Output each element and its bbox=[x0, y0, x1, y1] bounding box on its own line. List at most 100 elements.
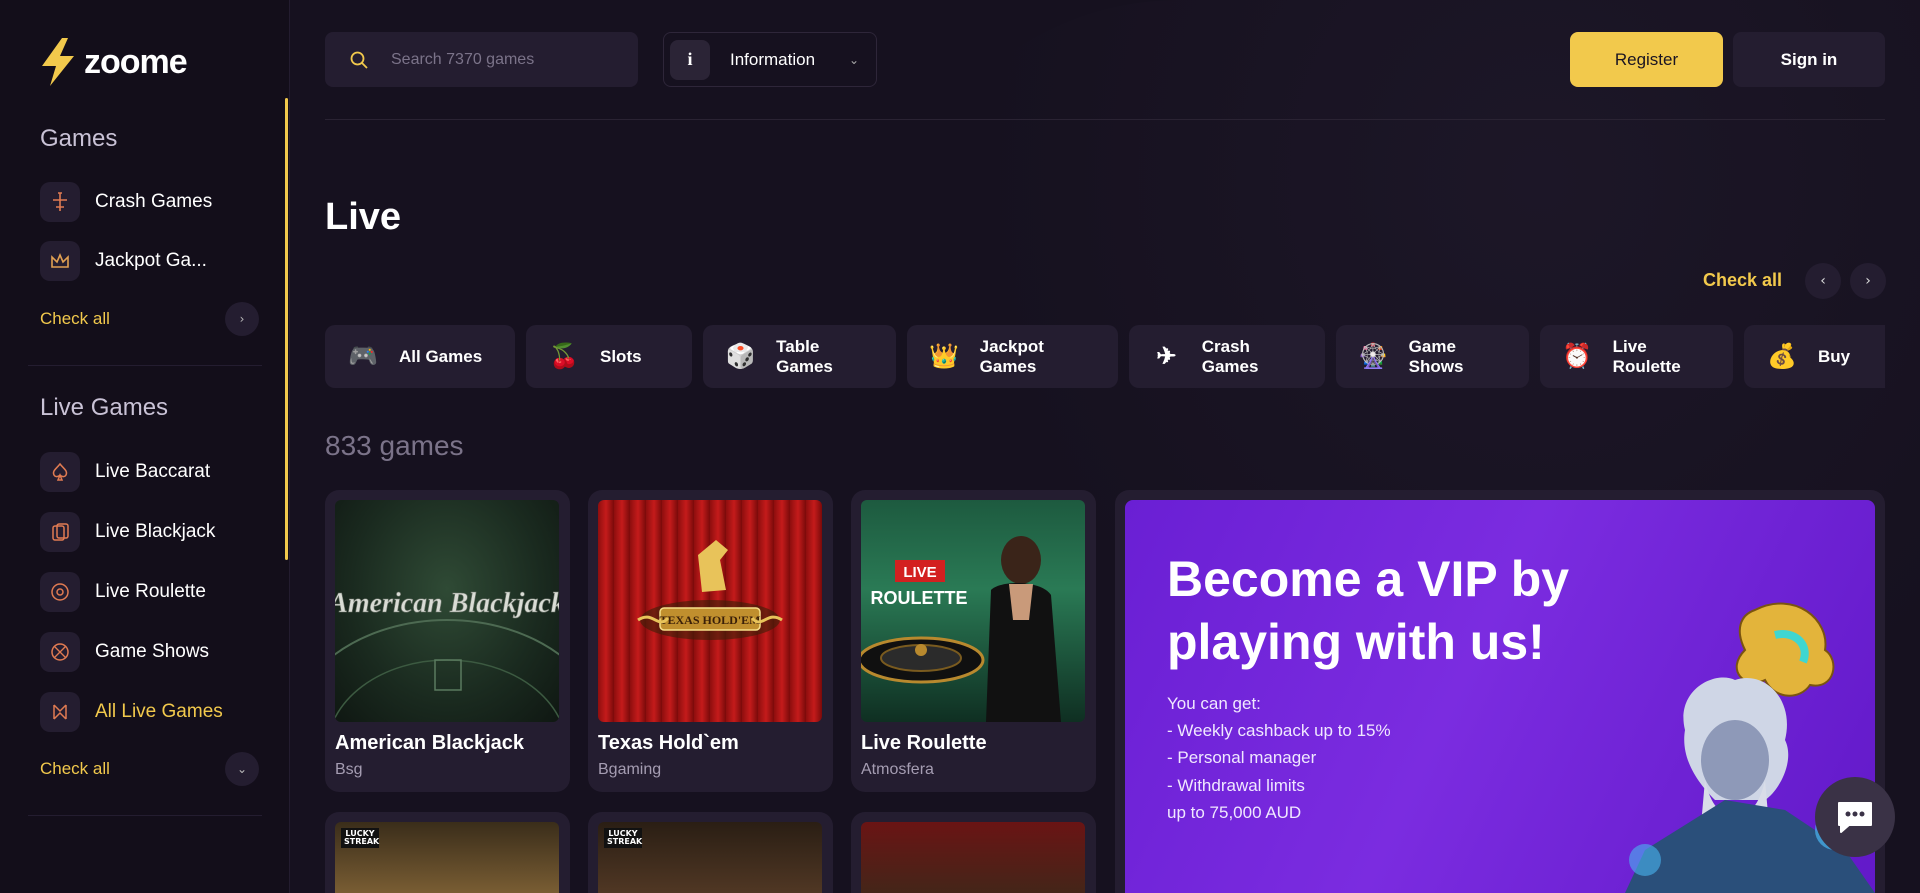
tab-crash-games[interactable]: ✈ Crash Games bbox=[1129, 325, 1325, 388]
sidebar-divider bbox=[28, 365, 262, 366]
logo-text: zoome bbox=[84, 42, 188, 81]
sidebar: zoome Games Crash Games Jackpot Ga... Ch… bbox=[0, 0, 290, 893]
chat-button[interactable] bbox=[1815, 777, 1895, 857]
game-card[interactable]: LUCKY STREAK bbox=[588, 812, 833, 893]
sidebar-item-label: Game Shows bbox=[95, 641, 210, 662]
game-provider: Bgaming bbox=[598, 761, 662, 778]
game-thumbnail[interactable]: TEXAS HOLD'EM bbox=[598, 500, 822, 722]
sidebar-item-label: All Live Games bbox=[95, 701, 223, 722]
roulette-icon bbox=[40, 572, 80, 612]
sidebar-item-live-baccarat[interactable]: Live Baccarat bbox=[40, 452, 210, 492]
vip-line: - Personal manager bbox=[1167, 748, 1317, 768]
live-section-title: Live Games bbox=[40, 394, 169, 421]
information-label: Information bbox=[730, 49, 816, 69]
chevron-left-icon[interactable]: ‹ bbox=[1805, 263, 1841, 299]
crown-icon: 👑 bbox=[929, 343, 960, 370]
game-thumbnail[interactable]: LUCKY STREAK bbox=[335, 822, 559, 893]
game-card-live-roulette[interactable]: LIVE ROULETTE Live Roulette Atmosfera bbox=[851, 490, 1096, 792]
chevron-down-icon[interactable]: ⌄ bbox=[225, 752, 259, 786]
lucky-streak-badge: LUCKY STREAK bbox=[604, 828, 642, 848]
chip-label: Crash Games bbox=[1201, 336, 1259, 376]
tab-jackpot-games[interactable]: 👑 Jackpot Games bbox=[907, 325, 1118, 388]
game-thumbnail[interactable]: LUCKY STREAK bbox=[598, 822, 822, 893]
search-box[interactable] bbox=[325, 32, 638, 87]
game-thumbnail[interactable]: American Blackjack bbox=[335, 500, 559, 722]
game-provider: Atmosfera bbox=[861, 761, 934, 778]
game-thumbnail[interactable] bbox=[861, 822, 1085, 893]
crash-icon bbox=[40, 182, 80, 222]
sidebar-item-label: Jackpot Ga... bbox=[95, 250, 207, 271]
art-text: American Blackjack bbox=[335, 588, 559, 619]
chat-bubble-icon bbox=[1838, 802, 1872, 833]
art-text: TEXAS HOLD'EM bbox=[659, 613, 760, 627]
information-dropdown[interactable]: i Information ⌄ bbox=[663, 32, 877, 87]
texas-holdem-art: TEXAS HOLD'EM bbox=[637, 540, 783, 640]
game-card-texas-holdem[interactable]: TEXAS HOLD'EM Texas Hold`em Bgaming bbox=[588, 490, 833, 792]
vip-line: You can get: bbox=[1167, 694, 1261, 713]
sidebar-divider bbox=[28, 815, 262, 816]
chevron-right-icon[interactable]: › bbox=[225, 302, 259, 336]
category-chips: 🎮 All Games 🍒 Slots 🎲 Table Games 👑 Jack… bbox=[325, 325, 1885, 388]
check-all-link[interactable]: Check all bbox=[1703, 270, 1782, 291]
chip-label: Jackpot Games bbox=[979, 336, 1044, 376]
chip-label: Slots bbox=[600, 346, 642, 366]
info-icon: i bbox=[670, 39, 710, 80]
chip-label: Live Roulette bbox=[1612, 336, 1681, 376]
cards-icon bbox=[40, 512, 80, 552]
chip-label: Buy bbox=[1818, 346, 1851, 366]
game-thumbnail[interactable]: LIVE ROULETTE bbox=[861, 500, 1085, 722]
games-check-all-link[interactable]: Check all bbox=[40, 309, 110, 329]
art-badge: LIVE bbox=[903, 564, 936, 581]
sidebar-scrollbar[interactable] bbox=[285, 98, 288, 560]
blackjack-table-art: American Blackjack bbox=[335, 588, 559, 720]
art-text: ROULETTE bbox=[871, 588, 968, 608]
search-input[interactable] bbox=[391, 50, 611, 69]
game-provider: Bsg bbox=[335, 761, 363, 778]
dealer-icon bbox=[40, 692, 80, 732]
live-check-all-link[interactable]: Check all bbox=[40, 759, 110, 779]
game-title: Live Roulette bbox=[861, 732, 987, 754]
tab-live-roulette[interactable]: ⏰ Live Roulette bbox=[1540, 325, 1733, 388]
chip-label: Game Shows bbox=[1408, 336, 1464, 376]
games-section-title: Games bbox=[40, 125, 118, 152]
game-title: American Blackjack bbox=[335, 732, 525, 754]
sidebar-item-live-blackjack[interactable]: Live Blackjack bbox=[40, 512, 215, 552]
page-title: Live bbox=[325, 196, 402, 238]
sign-in-button[interactable]: Sign in bbox=[1733, 32, 1885, 87]
crown-icon bbox=[40, 241, 80, 281]
sidebar-item-game-shows[interactable]: Game Shows bbox=[40, 632, 209, 672]
cherry-icon: 🍒 bbox=[549, 343, 579, 370]
chip-label: All Games bbox=[399, 346, 483, 366]
sidebar-item-label: Live Roulette bbox=[95, 581, 206, 602]
game-card[interactable] bbox=[851, 812, 1096, 893]
register-button[interactable]: Register bbox=[1570, 32, 1723, 87]
sidebar-item-jackpot-games[interactable]: Jackpot Ga... bbox=[40, 241, 207, 281]
chevron-right-icon[interactable]: › bbox=[1850, 263, 1886, 299]
sidebar-item-label: Crash Games bbox=[95, 191, 213, 212]
bolt-icon bbox=[42, 38, 74, 86]
tab-table-games[interactable]: 🎲 Table Games bbox=[703, 325, 896, 388]
sidebar-item-all-live-games[interactable]: All Live Games bbox=[40, 692, 223, 732]
vip-line: - Withdrawal limits bbox=[1167, 775, 1305, 795]
gamepad-icon: 🎮 bbox=[348, 343, 378, 370]
sidebar-item-crash-games[interactable]: Crash Games bbox=[40, 182, 212, 222]
plane-icon: ✈ bbox=[1156, 343, 1177, 370]
game-title: Texas Hold`em bbox=[598, 732, 739, 754]
sidebar-item-label: Live Blackjack bbox=[95, 521, 216, 542]
game-card[interactable]: LUCKY STREAK bbox=[325, 812, 570, 893]
vip-benefits: You can get: - Weekly cashback up to 15%… bbox=[1167, 690, 1391, 826]
vip-banner[interactable]: Become a VIP by playing with us! You can… bbox=[1115, 490, 1885, 893]
tab-all-games[interactable]: 🎮 All Games bbox=[325, 325, 515, 388]
sidebar-item-live-roulette[interactable]: Live Roulette bbox=[40, 572, 206, 612]
tab-buy[interactable]: 💰 Buy bbox=[1744, 325, 1885, 388]
spade-icon bbox=[40, 452, 80, 492]
vip-line: - Weekly cashback up to 15% bbox=[1167, 721, 1391, 741]
header-divider bbox=[325, 119, 1885, 120]
tab-slots[interactable]: 🍒 Slots bbox=[526, 325, 692, 388]
live-roulette-art: LIVE ROULETTE bbox=[861, 536, 1061, 722]
tab-game-shows[interactable]: 🎡 Game Shows bbox=[1336, 325, 1529, 388]
logo[interactable]: zoome bbox=[38, 38, 188, 86]
game-card-american-blackjack[interactable]: American Blackjack American Blackjack Bs… bbox=[325, 490, 570, 792]
search-icon bbox=[350, 51, 368, 69]
dice-icon: 🎲 bbox=[725, 343, 756, 370]
